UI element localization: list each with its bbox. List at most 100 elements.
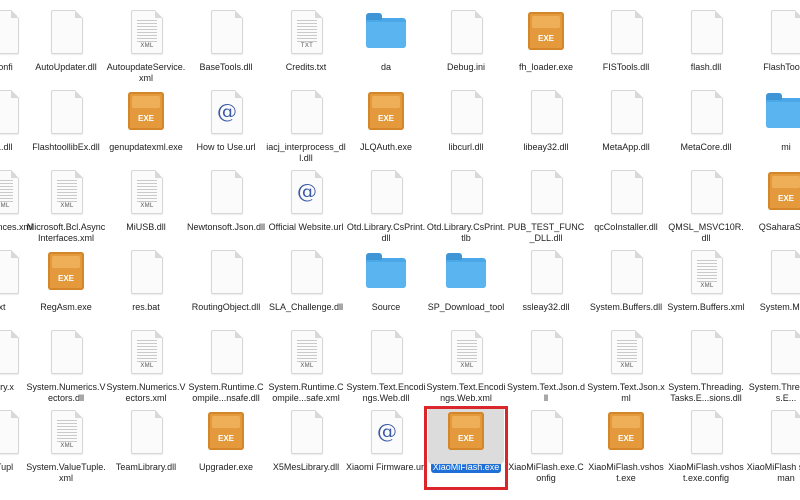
file-item[interactable]: XML System.Text.Json.xml — [586, 328, 666, 408]
file-item[interactable]: System.Text.Json.dll — [506, 328, 586, 408]
file-item[interactable]: @ How to Use.url — [186, 88, 266, 168]
file-name-label: Credits.txt — [285, 62, 327, 72]
file-item[interactable]: Source — [346, 248, 426, 328]
document-icon — [283, 408, 329, 458]
document-icon — [763, 8, 800, 58]
file-item[interactable]: QMSL_MSVC10R.dll — [666, 168, 746, 248]
exe-badge-label: EXE — [617, 434, 634, 443]
file-item[interactable]: System.Threading.Tasks.E...sions.dll — [666, 328, 746, 408]
file-item[interactable]: EXE JLQAuth.exe — [346, 88, 426, 168]
file-name-label: System.Thre .Tasks.E... — [748, 382, 800, 403]
file-item[interactable]: System.Thre .Tasks.E... — [746, 328, 800, 408]
file-item[interactable]: XML Microsoft.Bcl.AsyncInterfaces.xml — [26, 168, 106, 248]
document-icon — [283, 88, 329, 138]
file-name-label: ssleay32.dll — [522, 302, 570, 312]
file-item[interactable]: XML System.ValueTuple.xml — [26, 408, 106, 488]
exe-badge-label: EXE — [777, 194, 794, 203]
file-item[interactable]: EXE XiaoMiFlash.vshost.exe — [586, 408, 666, 488]
file-item[interactable]: da — [346, 8, 426, 88]
file-item[interactable]: Debug.ini — [426, 8, 506, 88]
file-item[interactable]: XML MiUSB.dll — [106, 168, 186, 248]
file-name-label: System.Text.Encodings.Web.dll — [346, 382, 426, 403]
document-icon — [523, 88, 569, 138]
file-item[interactable]: XML System.Buffers.xml — [666, 248, 746, 328]
exe-file-icon: EXE — [763, 168, 800, 218]
document-icon — [363, 168, 409, 218]
file-item[interactable]: XiaoMiFlash st.exe.man — [746, 408, 800, 488]
file-name-label: MiUSB.dll — [126, 222, 166, 232]
file-item[interactable]: MetaApp.dll — [586, 88, 666, 168]
file-item[interactable]: System.Buffers.dll — [586, 248, 666, 328]
file-name-label: AutoupdateService.xml — [106, 62, 186, 83]
file-name-label: System.Text.Encodings.Web.xml — [426, 382, 506, 403]
file-item[interactable]: TeamLibrary.dll — [106, 408, 186, 488]
file-item[interactable]: MetaCore.dll — [666, 88, 746, 168]
exe-badge-label: EXE — [57, 274, 74, 283]
file-name-label: System.Buffers.dll — [589, 302, 663, 312]
file-item[interactable]: libeay32.dll — [506, 88, 586, 168]
document-icon — [0, 8, 25, 58]
file-item[interactable]: RoutingObject.dll — [186, 248, 266, 328]
file-item[interactable]: Otd.Library.CsPrint.tlb — [426, 168, 506, 248]
file-item[interactable]: XML AutoupdateService.xml — [106, 8, 186, 88]
file-item[interactable]: XiaoMiFlash.vshost.exe.config — [666, 408, 746, 488]
file-item[interactable]: EXE Upgrader.exe — [186, 408, 266, 488]
file-item[interactable]: @ Xiaomi Firmware.url — [346, 408, 426, 488]
file-item[interactable]: mi — [746, 88, 800, 168]
file-item[interactable]: EXE fh_loader.exe — [506, 8, 586, 88]
file-item[interactable]: FISTools.dll — [586, 8, 666, 88]
document-icon — [123, 248, 169, 298]
file-item[interactable]: System.Numerics.Vectors.dll — [26, 328, 106, 408]
file-item[interactable]: ssleay32.dll — [506, 248, 586, 328]
file-name-label: X5MesLibrary.dll — [272, 462, 340, 472]
file-item[interactable]: EXE genupdatexml.exe — [106, 88, 186, 168]
file-name-label: genupdatexml.exe — [109, 142, 183, 152]
document-icon — [683, 88, 729, 138]
file-name-label: FISTools.dll — [602, 62, 650, 72]
file-item[interactable]: FlashToolLi — [746, 8, 800, 88]
file-item[interactable]: XML System.Runtime.Compile...safe.xml — [266, 328, 346, 408]
document-icon: XML — [123, 168, 169, 218]
file-item[interactable]: res.bat — [106, 248, 186, 328]
file-item[interactable]: iacj_interprocess_dll.dll — [266, 88, 346, 168]
file-item[interactable]: flash.dll — [666, 8, 746, 88]
file-item[interactable]: System.Text.Encodings.Web.dll — [346, 328, 426, 408]
file-item[interactable]: Newtonsoft.Json.dll — [186, 168, 266, 248]
file-item[interactable]: AutoUpdater.dll — [26, 8, 106, 88]
file-name-label: libeay32.dll — [523, 142, 569, 152]
file-item[interactable]: BaseTools.dll — [186, 8, 266, 88]
document-icon: XML — [683, 248, 729, 298]
file-item[interactable]: TXT Credits.txt — [266, 8, 346, 88]
file-item[interactable]: X5MesLibrary.dll — [266, 408, 346, 488]
file-item[interactable]: XiaoMiFlash.exe.Config — [506, 408, 586, 488]
exe-file-icon: EXE — [123, 88, 169, 138]
file-item[interactable]: libcurl.dll — [426, 88, 506, 168]
file-name-label: System.Text.Json.xml — [587, 382, 665, 403]
file-name-label: Newtonsoft.Json.dll — [186, 222, 266, 232]
document-icon — [203, 8, 249, 58]
file-item[interactable]: PUB_TEST_FUNC_DLL.dll — [506, 168, 586, 248]
file-item[interactable]: EXE QSaharaServ — [746, 168, 800, 248]
file-item[interactable]: XML System.Numerics.Vectors.xml — [106, 328, 186, 408]
file-item[interactable]: System.Mem — [746, 248, 800, 328]
file-name-label: TeamLibrary.dll — [115, 462, 177, 472]
file-item[interactable]: FlashtoollibEx.dll — [26, 88, 106, 168]
file-item[interactable]: System.Runtime.Compile...nsafe.dll — [186, 328, 266, 408]
file-name-label: QSaharaServ — [758, 222, 800, 232]
file-item[interactable]: SP_Download_tool — [426, 248, 506, 328]
file-item[interactable]: EXE RegAsm.exe — [26, 248, 106, 328]
file-name-label: System.Mem — [759, 302, 800, 312]
at-sign-glyph: @ — [377, 419, 397, 443]
url-file-icon: @ — [363, 408, 409, 458]
file-name-label: RegAsm.exe — [40, 302, 92, 312]
file-name-label: QMSL_MSVC10R.dll — [668, 222, 744, 243]
exe-file-icon: EXE — [523, 8, 569, 58]
file-item[interactable]: Otd.Library.CsPrint.dll — [346, 168, 426, 248]
file-item[interactable]: SLA_Challenge.dll — [266, 248, 346, 328]
file-item[interactable]: XML System.Text.Encodings.Web.xml — [426, 328, 506, 408]
document-icon: XML — [123, 8, 169, 58]
exe-badge-label: EXE — [137, 114, 154, 123]
file-type-tag: XML — [620, 363, 634, 369]
file-item[interactable]: qcCoInstaller.dll — [586, 168, 666, 248]
file-item[interactable]: @ Official Website.url — [266, 168, 346, 248]
